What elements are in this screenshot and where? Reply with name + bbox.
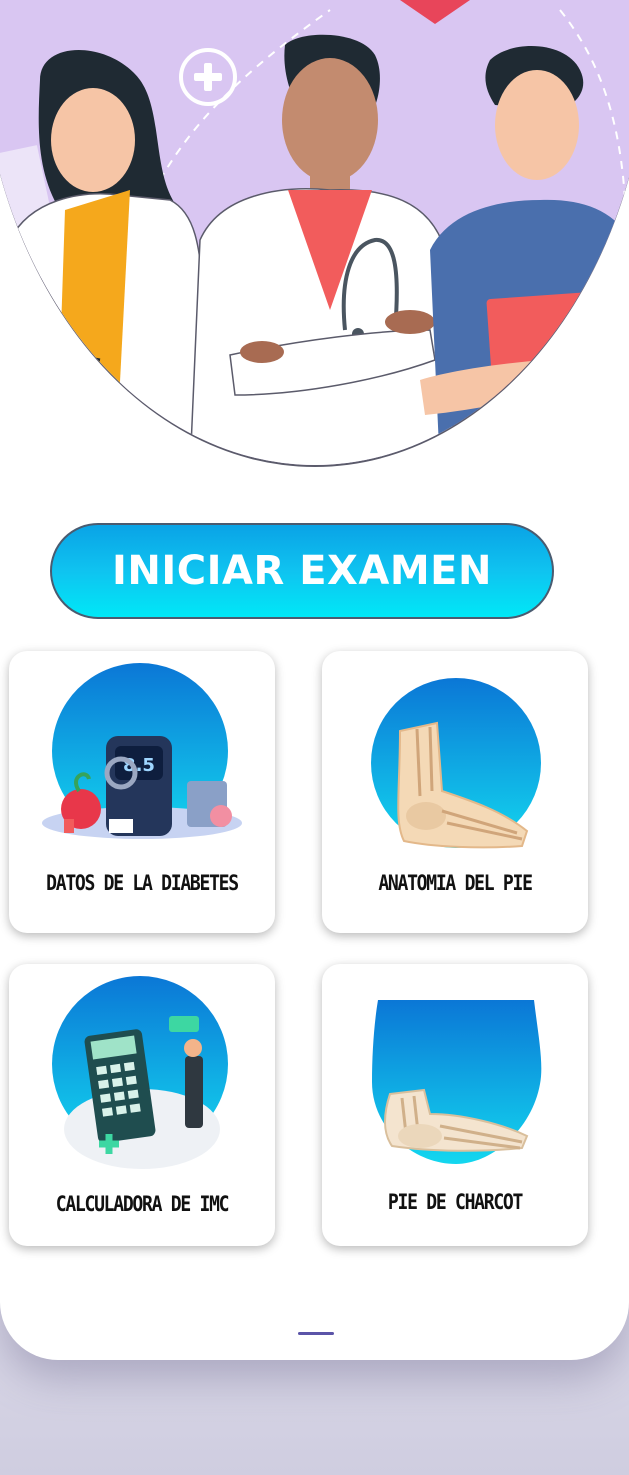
- hero-banner: [0, 0, 629, 467]
- charcot-foot-illustration-icon: [372, 1000, 542, 1164]
- card-charcot-foot[interactable]: PIE DE CHARCOT: [322, 964, 588, 1246]
- card-foot-anatomy-label: ANATOMIA DEL PIE: [378, 871, 533, 895]
- app-screen: INICIAR EXAMEN 8.5 DATOS DE LA DIABETES: [0, 0, 629, 1360]
- foot-bones-illustration-icon: [371, 678, 541, 849]
- plus-icon: [179, 48, 237, 106]
- glucometer-illustration-icon: 8.5: [42, 663, 242, 839]
- card-diabetes-data-label: DATOS DE LA DIABETES: [46, 871, 239, 895]
- card-diabetes-data[interactable]: 8.5 DATOS DE LA DIABETES: [9, 651, 275, 933]
- card-bmi-calculator[interactable]: CALCULADORA DE IMC: [9, 964, 275, 1246]
- calculator-illustration-icon: [52, 976, 228, 1169]
- start-exam-button[interactable]: INICIAR EXAMEN: [50, 523, 554, 619]
- medical-team-illustration: [0, 0, 629, 465]
- card-bmi-calculator-label: CALCULADORA DE IMC: [55, 1192, 230, 1216]
- card-foot-anatomy[interactable]: ANATOMIA DEL PIE: [322, 651, 588, 933]
- home-indicator[interactable]: [298, 1332, 334, 1335]
- card-charcot-foot-label: PIE DE CHARCOT: [387, 1190, 523, 1214]
